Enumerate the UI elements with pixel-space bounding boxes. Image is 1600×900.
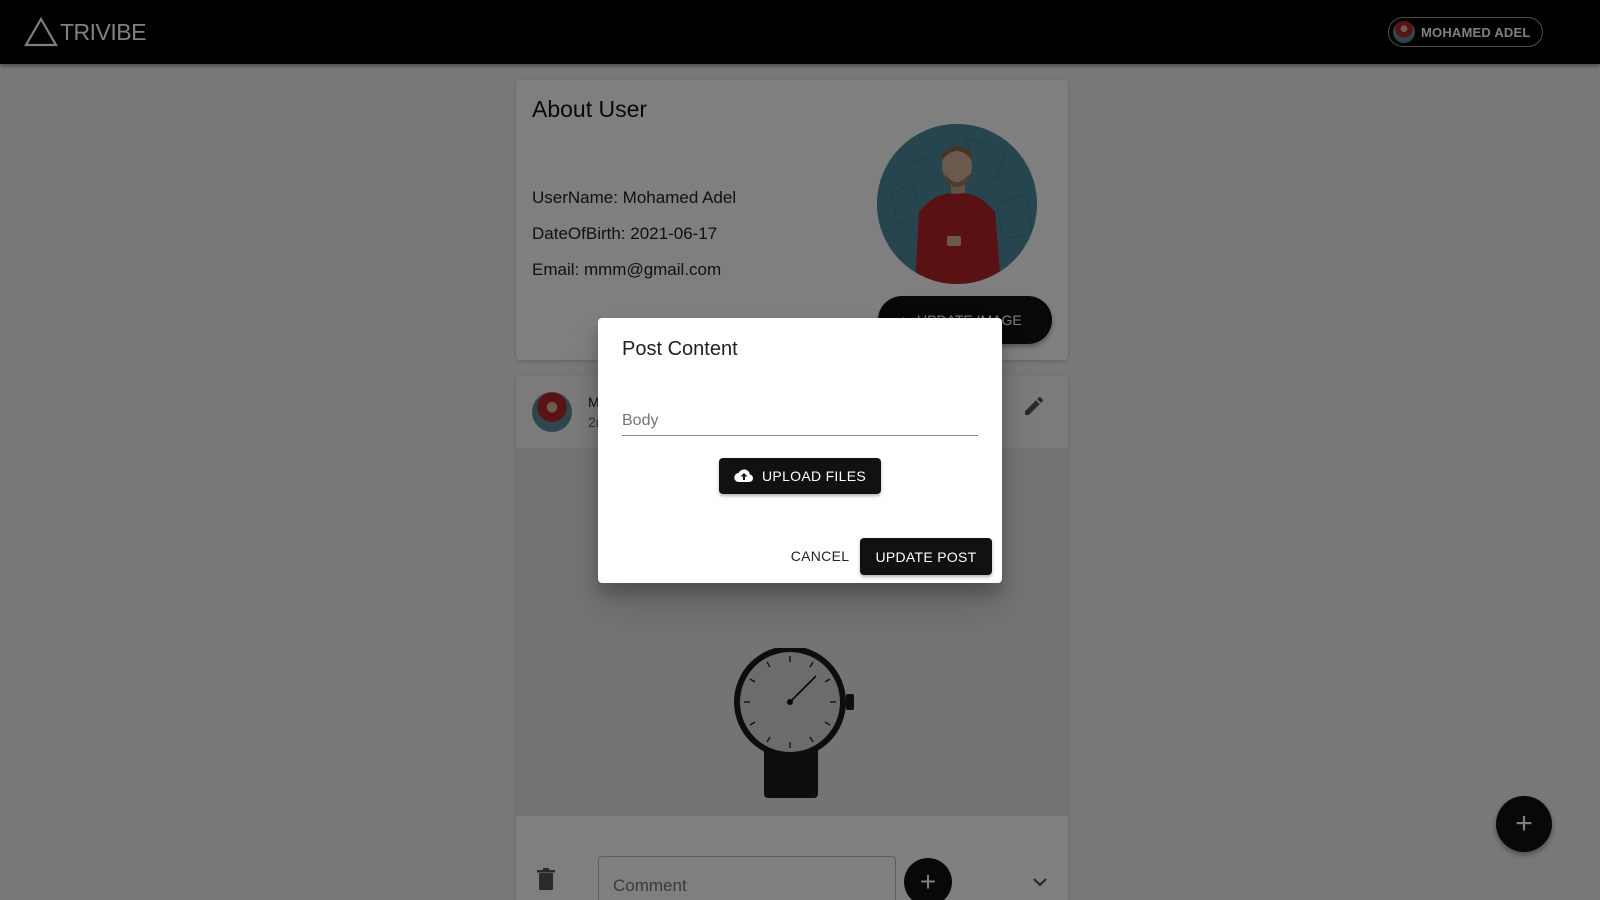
body-input[interactable] xyxy=(622,406,978,436)
post-content-dialog: Post Content UPLOAD FILES CANCEL UPDATE … xyxy=(598,318,1002,583)
cloud-upload-icon xyxy=(734,469,754,483)
upload-files-label: UPLOAD FILES xyxy=(762,468,866,484)
dialog-title: Post Content xyxy=(622,338,738,360)
cancel-button[interactable]: CANCEL xyxy=(776,538,864,574)
update-post-button[interactable]: UPDATE POST xyxy=(860,538,992,575)
upload-files-button[interactable]: UPLOAD FILES xyxy=(719,458,881,494)
